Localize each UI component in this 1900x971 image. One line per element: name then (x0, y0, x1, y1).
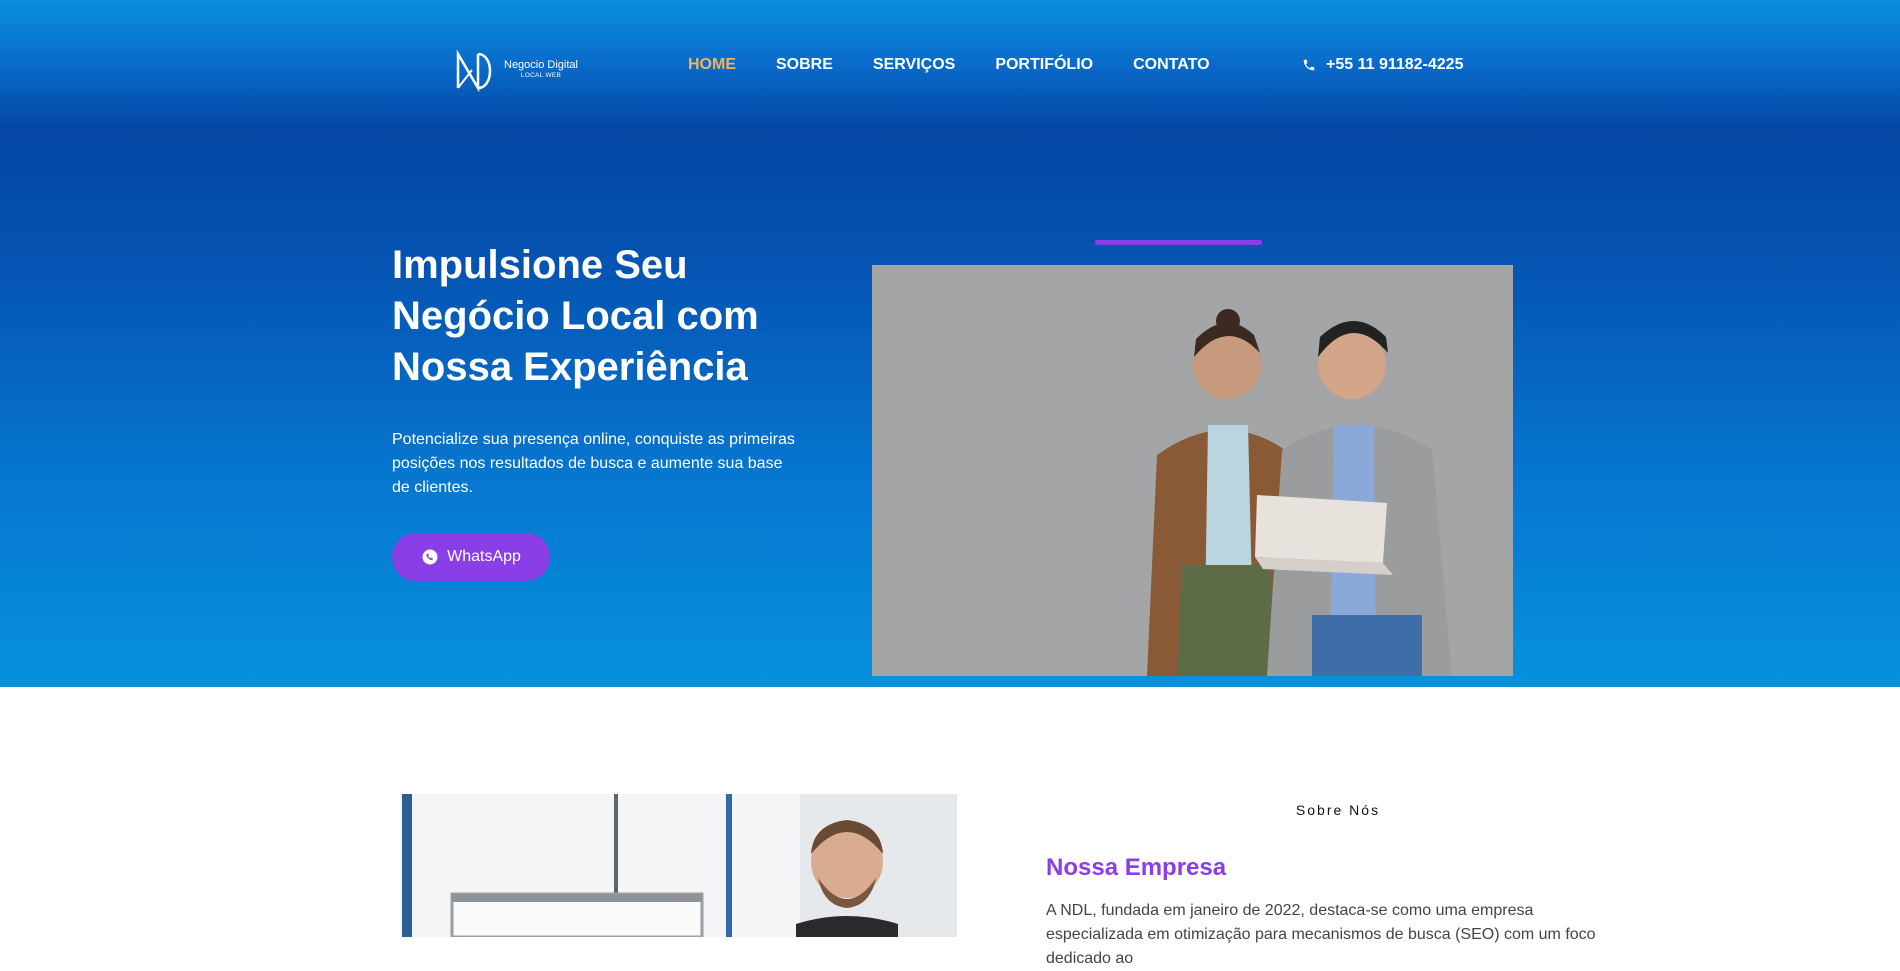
whatsapp-button-label: WhatsApp (447, 548, 521, 565)
about-text: A NDL, fundada em janeiro de 2022, desta… (1046, 902, 1596, 967)
about-title: Nossa Empresa (1046, 854, 1227, 881)
nav-home[interactable]: HOME (688, 56, 736, 74)
whatsapp-button[interactable]: WhatsApp (392, 533, 550, 581)
nav-servicos[interactable]: SERVIÇOS (873, 56, 955, 74)
hero-photo-two-men-laptop (872, 265, 1513, 676)
phone-link[interactable]: +55 11 91182-4225 (1302, 56, 1463, 74)
hero-subtitle: Potencialize sua presença online, conqui… (392, 431, 795, 496)
ndl-logo-icon (456, 49, 492, 92)
main-nav: HOME SOBRE SERVIÇOS PORTIFÓLIO CONTATO (688, 56, 1250, 74)
about-section-label: Sobre Nós (1295, 802, 1381, 818)
about-photo-man-whiteboard (400, 794, 957, 937)
hero-photo-illustration (872, 265, 1513, 676)
hero-section: Negocio Digital LOCAL WEB HOME SOBRE SER… (0, 0, 1900, 687)
logo-tagline: LOCAL WEB (520, 72, 562, 80)
brand-logo[interactable]: Negocio Digital LOCAL WEB (454, 48, 594, 92)
hero-title: Impulsione Seu Negócio Local com Nossa E… (392, 243, 759, 389)
phone-icon (1303, 59, 1315, 71)
nav-sobre[interactable]: SOBRE (776, 56, 833, 74)
nav-contato[interactable]: CONTATO (1133, 56, 1209, 74)
whatsapp-icon (422, 549, 438, 565)
accent-bar (1095, 240, 1262, 245)
about-photo-illustration (400, 794, 957, 937)
nav-portfolio[interactable]: PORTIFÓLIO (995, 56, 1093, 74)
phone-number: +55 11 91182-4225 (1326, 56, 1464, 73)
logo-title: Negocio Digital (504, 59, 578, 72)
